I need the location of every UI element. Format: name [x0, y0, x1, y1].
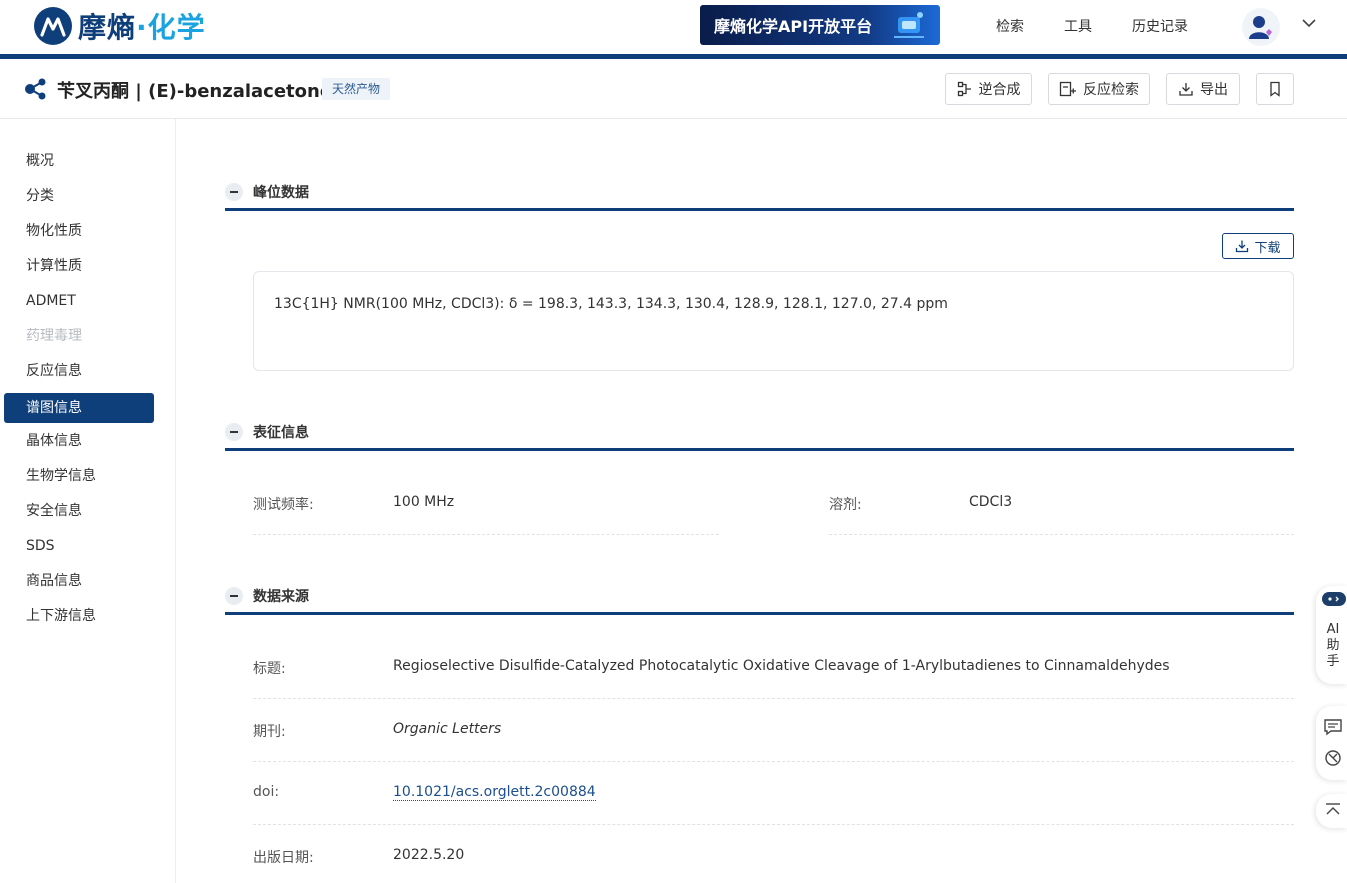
frequency-label: 测试频率:	[253, 497, 314, 513]
section-peak-title: 峰位数据	[253, 185, 309, 201]
sidebar-item-up-downstream[interactable]: 上下游信息	[4, 601, 154, 631]
source-title-label: 标题:	[253, 661, 286, 677]
feedback-icon[interactable]	[1323, 718, 1343, 736]
ai-assistant-button[interactable]: AI助手	[1316, 586, 1347, 684]
nav-history[interactable]: 历史记录	[1132, 16, 1188, 36]
sidebar-item-admet[interactable]: ADMET	[4, 286, 154, 316]
brand-name: 摩熵·化学	[78, 11, 206, 44]
export-label: 导出	[1200, 82, 1228, 98]
customer-service-icon[interactable]	[1323, 748, 1343, 768]
compound-title: 苄叉丙酮 | (E)-benzalacetone	[57, 81, 333, 102]
section-sidebar: 概况 分类 物化性质 计算性质 ADMET 药理毒理 反应信息 谱图信息 晶体信…	[0, 119, 176, 883]
reaction-search-button[interactable]: 反应检索	[1048, 73, 1150, 105]
brand-logo-icon	[34, 7, 72, 45]
section-peak-header[interactable]: 峰位数据	[225, 179, 1294, 211]
sidebar-item-safety[interactable]: 安全信息	[4, 496, 154, 526]
divider	[253, 698, 1294, 699]
collapse-icon[interactable]	[225, 183, 243, 201]
main-content: 峰位数据 下载 13C{1H} NMR(100 MHz, CDCl3): δ =…	[176, 119, 1347, 883]
chevron-down-icon[interactable]	[1300, 14, 1318, 32]
doi-label: doi:	[253, 784, 280, 800]
download-button[interactable]: 下载	[1222, 233, 1294, 259]
collapse-icon[interactable]	[225, 423, 243, 441]
divider	[253, 824, 1294, 825]
floating-toolbar	[1316, 706, 1347, 780]
api-banner-label: 摩熵化学API开放平台	[714, 17, 873, 36]
sidebar-item-spectra[interactable]: 谱图信息	[4, 393, 154, 423]
sidebar-item-physchem[interactable]: 物化性质	[4, 216, 154, 246]
retrosynthesis-icon	[957, 81, 971, 97]
reaction-search-label: 反应检索	[1083, 82, 1139, 98]
compound-header: 苄叉丙酮 | (E)-benzalacetone 天然产物 逆合成 反应检索 导…	[0, 59, 1347, 119]
download-icon	[1236, 240, 1249, 253]
sidebar-item-biology[interactable]: 生物学信息	[4, 461, 154, 491]
journal-label: 期刊:	[253, 724, 286, 740]
retrosynthesis-label: 逆合成	[978, 82, 1021, 98]
bookmark-icon	[1270, 81, 1280, 97]
solvent-value: CDCl3	[969, 494, 1013, 510]
journal-value: Organic Letters	[393, 721, 502, 737]
user-icon	[1249, 16, 1272, 39]
sidebar-item-classification[interactable]: 分类	[4, 181, 154, 211]
nav-tools[interactable]: 工具	[1064, 16, 1092, 36]
sidebar-item-computed[interactable]: 计算性质	[4, 251, 154, 281]
natural-product-tag[interactable]: 天然产物	[322, 78, 391, 100]
export-icon	[1179, 83, 1193, 96]
publish-date-label: 出版日期:	[253, 850, 314, 866]
robot-icon	[1322, 592, 1346, 606]
source-title-value: Regioselective Disulfide-Catalyzed Photo…	[393, 658, 1170, 674]
back-to-top-icon	[1326, 803, 1340, 815]
nav-search[interactable]: 检索	[996, 16, 1024, 36]
top-navbar: 摩熵·化学 摩熵化学API开放平台 检索 工具 历史记录	[0, 0, 1347, 54]
user-avatar[interactable]	[1242, 8, 1280, 46]
section-characterization-title: 表征信息	[253, 425, 309, 441]
section-source-title: 数据来源	[253, 589, 309, 605]
sidebar-item-sds[interactable]: SDS	[4, 531, 154, 561]
divider	[829, 534, 1294, 535]
brand-logo[interactable]: 摩熵·化学	[34, 6, 206, 46]
collapse-icon[interactable]	[225, 587, 243, 605]
section-characterization-header[interactable]: 表征信息	[225, 419, 1294, 451]
sidebar-item-crystal[interactable]: 晶体信息	[4, 426, 154, 456]
back-to-top-button[interactable]	[1316, 794, 1347, 828]
doi-link[interactable]: 10.1021/acs.orglett.2c00884	[393, 784, 596, 801]
peak-data-box: 13C{1H} NMR(100 MHz, CDCl3): δ = 198.3, …	[253, 271, 1294, 371]
divider	[253, 534, 719, 535]
export-button[interactable]: 导出	[1166, 73, 1240, 105]
publish-date-value: 2022.5.20	[393, 847, 465, 863]
frequency-value: 100 MHz	[393, 494, 455, 510]
sidebar-item-pharmacology: 药理毒理	[26, 328, 82, 344]
reaction-search-icon	[1059, 81, 1076, 97]
ai-assistant-label: AI助手	[1326, 622, 1340, 669]
peak-data-text: 13C{1H} NMR(100 MHz, CDCl3): δ = 198.3, …	[274, 296, 948, 312]
sidebar-item-reactions[interactable]: 反应信息	[4, 356, 154, 386]
divider	[253, 761, 1294, 762]
main-nav-links: 检索 工具 历史记录	[996, 16, 1228, 36]
molecule-icon	[25, 78, 46, 100]
solvent-label: 溶剂:	[829, 497, 862, 513]
bookmark-button[interactable]	[1256, 73, 1294, 105]
retrosynthesis-button[interactable]: 逆合成	[945, 73, 1032, 105]
api-banner-art-icon	[894, 12, 924, 38]
download-label: 下载	[1254, 240, 1281, 256]
sidebar-item-products[interactable]: 商品信息	[4, 566, 154, 596]
section-source-header[interactable]: 数据来源	[225, 583, 1294, 615]
api-platform-banner[interactable]: 摩熵化学API开放平台	[700, 5, 940, 45]
sidebar-item-overview[interactable]: 概况	[4, 146, 154, 176]
